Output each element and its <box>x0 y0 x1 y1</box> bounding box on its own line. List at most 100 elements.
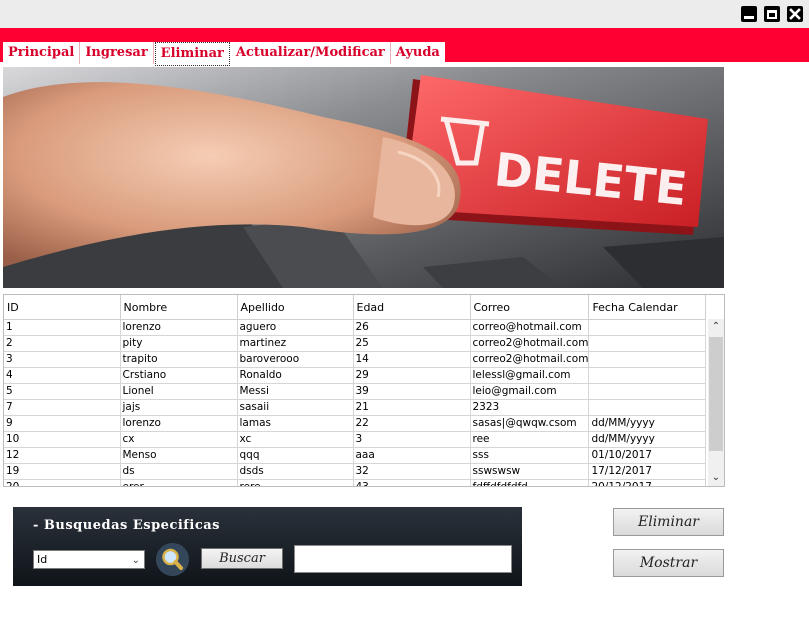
show-button[interactable]: Mostrar <box>613 549 724 577</box>
table-cell[interactable]: Lionel <box>120 383 238 400</box>
table-cell[interactable]: Menso <box>120 447 238 464</box>
menu-principal[interactable]: Principal <box>3 42 81 64</box>
table-cell[interactable]: 26 <box>353 319 471 336</box>
table-row[interactable]: 3 trapito baroverooo 14 correo2@hotmail.com <box>4 351 707 368</box>
table-cell[interactable]: lelessl@gmail.com <box>470 367 590 384</box>
table-row[interactable]: 19 ds dsds 32 sswswsw 17/12/2017 <box>4 463 707 480</box>
table-cell[interactable]: rere <box>237 479 354 486</box>
table-row[interactable]: 7 jajs sasaii 21 2323 <box>4 399 707 416</box>
table-cell[interactable]: jajs <box>120 399 238 416</box>
search-field-select[interactable]: Id ⌄ <box>33 550 145 569</box>
table-cell[interactable]: lorenzo <box>120 415 238 432</box>
table-cell[interactable]: 43 <box>353 479 471 486</box>
table-cell[interactable] <box>588 335 707 352</box>
table-cell[interactable]: 3 <box>4 351 121 368</box>
table-row[interactable]: 5 Lionel Messi 39 leio@gmail.com <box>4 383 707 400</box>
table-cell[interactable]: correo@hotmail.com <box>470 319 590 336</box>
table-cell[interactable]: 7 <box>4 399 121 416</box>
search-input[interactable] <box>294 545 512 573</box>
minimize-icon[interactable] <box>741 6 757 22</box>
table-cell[interactable]: lorenzo <box>120 319 238 336</box>
table-cell[interactable]: baroverooo <box>237 351 354 368</box>
table-cell[interactable]: qqq <box>237 447 354 464</box>
table-cell[interactable]: 17/12/2017 <box>588 463 707 480</box>
table-row[interactable]: 10 cx xc 3 ree dd/MM/yyyy <box>4 431 707 448</box>
column-header-fecha[interactable]: Fecha Calendar <box>588 295 707 320</box>
table-cell[interactable]: aguero <box>237 319 354 336</box>
table-row[interactable]: 4 Crstiano Ronaldo 29 lelessl@gmail.com <box>4 367 707 384</box>
table-cell[interactable]: correo2@hotmail.com <box>470 335 590 352</box>
table-cell[interactable]: ree <box>470 431 590 448</box>
table-cell[interactable]: sswswsw <box>470 463 590 480</box>
table-cell[interactable]: ds <box>120 463 238 480</box>
menu-ingresar[interactable]: Ingresar <box>80 42 154 64</box>
table-cell[interactable]: trapito <box>120 351 238 368</box>
table-cell[interactable]: cx <box>120 431 238 448</box>
table-cell[interactable]: 32 <box>353 463 471 480</box>
menu-actualizar-modificar[interactable]: Actualizar/Modificar <box>231 42 391 64</box>
table-cell[interactable]: 10 <box>4 431 121 448</box>
scroll-up-icon[interactable]: ⌃ <box>708 319 724 335</box>
scroll-down-icon[interactable]: ⌄ <box>708 470 724 486</box>
table-cell[interactable]: Ronaldo <box>237 367 354 384</box>
table-cell[interactable]: 19 <box>4 463 121 480</box>
table-cell[interactable]: 5 <box>4 383 121 400</box>
table-cell[interactable]: Messi <box>237 383 354 400</box>
table-cell[interactable]: 25 <box>353 335 471 352</box>
table-cell[interactable]: pity <box>120 335 238 352</box>
table-cell[interactable]: leio@gmail.com <box>470 383 590 400</box>
table-cell[interactable]: dsds <box>237 463 354 480</box>
search-button[interactable]: Buscar <box>201 548 283 569</box>
table-cell[interactable]: 9 <box>4 415 121 432</box>
table-cell[interactable]: 2323 <box>470 399 590 416</box>
table-cell[interactable] <box>588 351 707 368</box>
magnifier-icon[interactable] <box>156 543 189 576</box>
table-cell[interactable] <box>588 383 707 400</box>
table-cell[interactable]: 21 <box>353 399 471 416</box>
delete-button[interactable]: Eliminar <box>613 508 724 536</box>
table-cell[interactable]: 4 <box>4 367 121 384</box>
column-header-nombre[interactable]: Nombre <box>120 295 238 320</box>
table-cell[interactable]: Crstiano <box>120 367 238 384</box>
menu-eliminar[interactable]: Eliminar <box>154 42 230 66</box>
column-header-id[interactable]: ID <box>4 295 121 320</box>
table-cell[interactable]: 2 <box>4 335 121 352</box>
table-scrollbar[interactable]: ⌃ ⌄ <box>708 319 724 486</box>
table-cell[interactable]: 14 <box>353 351 471 368</box>
table-cell[interactable]: aaa <box>353 447 471 464</box>
table-cell[interactable] <box>588 319 707 336</box>
table-row[interactable]: 2 pity martinez 25 correo2@hotmail.com <box>4 335 707 352</box>
table-cell[interactable]: sasas|@qwqw.csom <box>470 415 590 432</box>
table-row[interactable]: 12 Menso qqq aaa sss 01/10/2017 <box>4 447 707 464</box>
table-cell[interactable]: martinez <box>237 335 354 352</box>
table-cell[interactable]: xc <box>237 431 354 448</box>
table-cell[interactable]: 12 <box>4 447 121 464</box>
table-cell[interactable]: lamas <box>237 415 354 432</box>
column-header-apellido[interactable]: Apellido <box>237 295 354 320</box>
table-cell[interactable]: correo2@hotmail.com <box>470 351 590 368</box>
table-cell[interactable]: 29 <box>353 367 471 384</box>
scroll-thumb[interactable] <box>709 337 723 451</box>
table-cell[interactable]: 22 <box>353 415 471 432</box>
table-cell[interactable]: fdffdfdfdfd <box>470 479 590 486</box>
table-cell[interactable]: sss <box>470 447 590 464</box>
table-row[interactable]: 1 lorenzo aguero 26 correo@hotmail.com <box>4 319 707 336</box>
table-cell[interactable]: 3 <box>353 431 471 448</box>
table-cell[interactable] <box>588 367 707 384</box>
maximize-icon[interactable] <box>764 6 780 22</box>
table-cell[interactable]: 01/10/2017 <box>588 447 707 464</box>
table-cell[interactable]: sasaii <box>237 399 354 416</box>
close-icon[interactable] <box>787 6 803 22</box>
table-cell[interactable] <box>588 399 707 416</box>
table-cell[interactable]: 1 <box>4 319 121 336</box>
table-cell[interactable]: erer <box>120 479 238 486</box>
menu-ayuda[interactable]: Ayuda <box>391 42 445 64</box>
column-header-correo[interactable]: Correo <box>470 295 590 320</box>
table-row[interactable]: 20 erer rere 43 fdffdfdfdfd 20/12/2017 <box>4 479 707 486</box>
table-cell[interactable]: 39 <box>353 383 471 400</box>
table-cell[interactable]: dd/MM/yyyy <box>588 431 707 448</box>
table-cell[interactable]: dd/MM/yyyy <box>588 415 707 432</box>
table-row[interactable]: 9 lorenzo lamas 22 sasas|@qwqw.csom dd/MM/yyy… <box>4 415 707 432</box>
column-header-edad[interactable]: Edad <box>353 295 471 320</box>
table-cell[interactable]: 20 <box>4 479 121 486</box>
